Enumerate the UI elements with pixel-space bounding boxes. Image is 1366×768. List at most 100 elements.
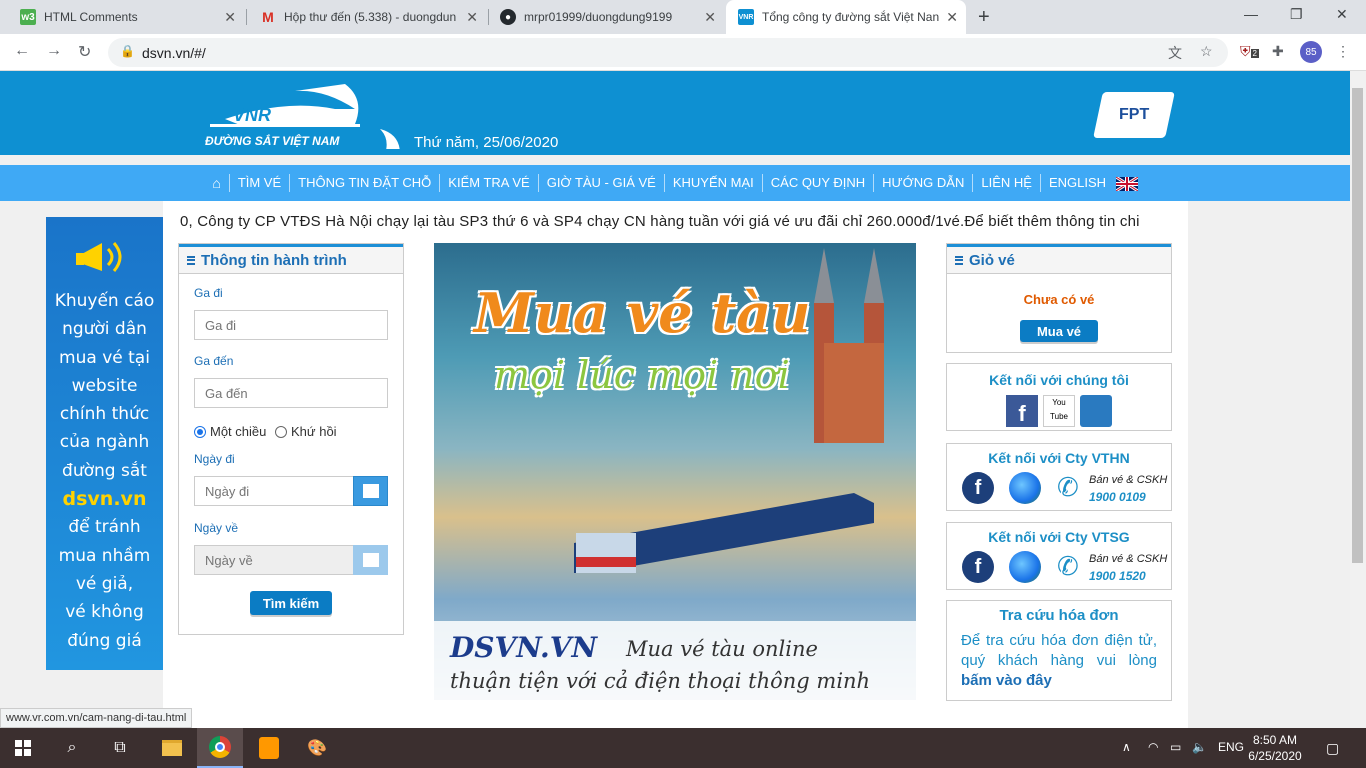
tab-vnr[interactable]: VNR Tổng công ty đường sắt Việt Nan ✕ (726, 0, 966, 34)
logo-caption: ĐƯỜNG SẮT VIỆT NAM (205, 134, 340, 148)
tab-html-comments[interactable]: w3 HTML Comments ✕ (8, 0, 244, 34)
language-indicator[interactable]: ENG (1218, 740, 1244, 754)
lock-icon: 🔒 (120, 44, 135, 58)
close-tab-icon[interactable]: ✕ (704, 9, 716, 26)
reload-icon[interactable]: ↻ (78, 42, 91, 62)
facebook-icon[interactable]: f (962, 472, 994, 504)
home-icon[interactable]: ⌂ (204, 174, 230, 192)
banner-subtitle: mọi lúc mọi nơi (494, 353, 790, 397)
warning-ad-banner[interactable]: Khuyến cáo người dân mua vé tại website … (46, 217, 163, 670)
close-tab-icon[interactable]: ✕ (466, 9, 478, 26)
sublime-text-icon[interactable] (247, 728, 291, 768)
tray-chevron-icon[interactable]: ∧ (1122, 740, 1131, 754)
youtube-icon-text: You Tube (1050, 398, 1068, 421)
from-station-input[interactable] (194, 310, 388, 340)
new-tab-button[interactable]: + (978, 6, 990, 29)
scrollbar-thumb[interactable] (1352, 88, 1363, 563)
news-ticker[interactable]: 0, Công ty CP VTĐS Hà Nội chạy lại tàu S… (180, 213, 1170, 233)
globe-icon[interactable] (1009, 472, 1041, 504)
extensions-puzzle-icon[interactable]: ✚ (1272, 43, 1284, 60)
invoice-link[interactable]: bấm vào đây (961, 672, 1052, 689)
menu-gio-tau-gia-ve[interactable]: GIỜ TÀU - GIÁ VÉ (539, 174, 665, 192)
forward-icon[interactable]: → (46, 42, 62, 60)
notification-icon[interactable]: ▢ (1326, 740, 1339, 757)
close-window-button[interactable]: ✕ (1336, 6, 1348, 23)
hotline-label: Bán vé & CSKH (1089, 474, 1168, 486)
menu-dots-icon[interactable]: ⋮ (1336, 43, 1350, 60)
promo-banner[interactable]: Mua vé tàu mọi lúc mọi nơi DSVN.VN Mua v… (434, 243, 916, 700)
buy-ticket-button[interactable]: Mua vé (1020, 320, 1098, 342)
file-explorer-icon[interactable] (150, 728, 194, 768)
url-text: dsvn.vn/#/ (142, 45, 206, 61)
close-tab-icon[interactable]: ✕ (224, 9, 236, 26)
banner-tagline-1: Mua vé tàu online (626, 637, 818, 661)
maximize-button[interactable]: ❐ (1290, 6, 1303, 23)
menu-kiem-tra-ve[interactable]: KIỂM TRA VÉ (440, 174, 539, 192)
return-date-input[interactable] (194, 545, 354, 575)
hotline-number[interactable]: 1900 0109 (1089, 490, 1146, 504)
invoice-title: Tra cứu hóa đơn (999, 607, 1119, 624)
youtube-icon[interactable]: You Tube (1043, 395, 1075, 427)
tab-github[interactable]: ● mrpr01999/duongdung9199 ✕ (488, 0, 724, 34)
vnr-icon: VNR (738, 9, 754, 25)
from-label: Ga đi (194, 286, 223, 300)
roundtrip-radio[interactable]: Khứ hồi (275, 424, 337, 439)
contact-person-icon[interactable] (1080, 395, 1112, 427)
depart-date-input[interactable] (194, 476, 354, 506)
to-station-input[interactable] (194, 378, 388, 408)
tab-title: Tổng công ty đường sắt Việt Nan (762, 10, 940, 24)
hotline-number[interactable]: 1900 1520 (1089, 569, 1146, 583)
tab-gmail[interactable]: M Hộp thư đến (5.338) - duongdun ✕ (248, 0, 486, 34)
extension-shield-icon[interactable]: ⛨ 2 (1240, 43, 1259, 60)
fpt-logo-text: FPT (1118, 106, 1150, 123)
ad-highlight: dsvn.vn (62, 488, 147, 511)
journey-panel-title: Thông tin hành trình (179, 244, 403, 274)
address-bar[interactable]: 🔒 dsvn.vn/#/ (108, 38, 1228, 67)
chrome-icon[interactable] (197, 728, 243, 768)
ad-line: mua vé tại (59, 347, 150, 368)
globe-icon[interactable] (1009, 551, 1041, 583)
facebook-icon[interactable]: f (962, 551, 994, 583)
paint-icon[interactable]: 🎨 (295, 728, 339, 768)
invoice-text: Để tra cứu hóa đơn điện tử, quý khách hà… (961, 631, 1157, 691)
depart-calendar-button[interactable] (353, 476, 388, 506)
phone-icon: ✆ (1057, 551, 1079, 581)
wifi-icon[interactable]: ◠ (1148, 740, 1158, 754)
main-menu: ⌂ TÌM VÉ THÔNG TIN ĐẶT CHỖ KIỂM TRA VÉ G… (0, 165, 1350, 201)
uk-flag-icon (1114, 175, 1139, 192)
tab-title: Hộp thư đến (5.338) - duongdun (284, 10, 457, 24)
menu-lien-he[interactable]: LIÊN HỆ (973, 174, 1041, 192)
fpt-logo[interactable]: FPT (1093, 92, 1175, 138)
close-tab-icon[interactable]: ✕ (946, 9, 958, 26)
menu-khuyen-mai[interactable]: KHUYẾN MẠI (665, 174, 763, 192)
facebook-icon[interactable]: f (1006, 395, 1038, 427)
windows-start-icon[interactable] (0, 728, 46, 768)
back-icon[interactable]: ← (14, 42, 30, 60)
volume-icon[interactable]: 🔈 (1192, 740, 1207, 754)
phone-icon: ✆ (1057, 472, 1079, 502)
menu-tim-ve[interactable]: TÌM VÉ (230, 174, 291, 192)
journey-search-panel: Thông tin hành trình Ga đi Ga đến Một ch… (178, 243, 404, 635)
menu-english[interactable]: ENGLISH (1041, 174, 1146, 192)
ad-line: để tránh (68, 517, 141, 538)
cart-title: Giỏ vé (947, 244, 1171, 274)
profile-avatar[interactable]: 85 (1300, 41, 1322, 63)
search-button[interactable]: Tìm kiếm (250, 591, 332, 615)
ad-line: Khuyến cáo (54, 291, 155, 311)
translate-icon[interactable]: 文 (1168, 43, 1182, 63)
gmail-icon: M (262, 9, 274, 25)
task-view-icon[interactable]: ⧉ (98, 728, 142, 768)
ad-line: của ngành (59, 432, 150, 453)
oneway-radio[interactable]: Một chiều (194, 424, 266, 439)
bookmark-star-icon[interactable]: ☆ (1200, 43, 1213, 60)
windows-taskbar: ⌕ ⧉ 🎨 ∧ ◠ ▭ 🔈 ENG 8:50 AM 6/25/2020 ▢ (0, 728, 1366, 768)
minimize-button[interactable]: — (1244, 6, 1258, 22)
menu-cac-quy-dinh[interactable]: CÁC QUY ĐỊNH (763, 174, 875, 192)
menu-thong-tin-dat-cho[interactable]: THÔNG TIN ĐẶT CHỖ (290, 174, 441, 192)
return-calendar-button[interactable] (353, 545, 388, 575)
search-icon[interactable]: ⌕ (50, 728, 94, 768)
taskbar-clock[interactable]: 8:50 AM 6/25/2020 (1245, 732, 1305, 764)
menu-huong-dan[interactable]: HƯỚNG DẪN (874, 174, 974, 192)
battery-icon[interactable]: ▭ (1170, 740, 1181, 754)
extension-badge: 2 (1250, 49, 1259, 58)
